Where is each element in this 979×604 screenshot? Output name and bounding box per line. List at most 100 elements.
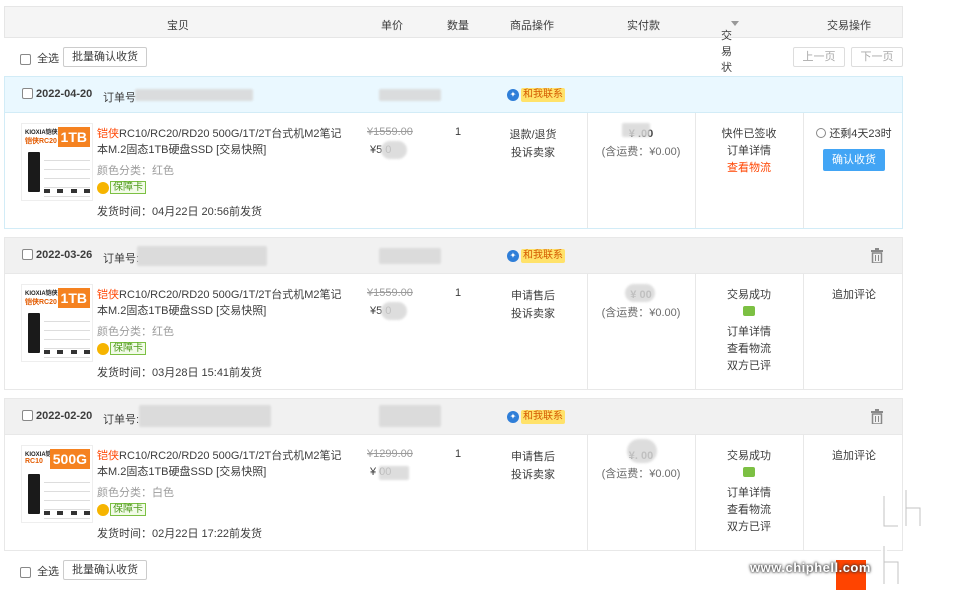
- contact-label: 和我联系: [521, 410, 565, 424]
- trash-icon[interactable]: [870, 409, 884, 424]
- order-action: 还剩4天23时 确认收货: [804, 125, 904, 171]
- confirm-receipt-button[interactable]: 确认收货: [823, 149, 885, 171]
- ssd-image: [28, 152, 40, 192]
- redacted-price: [381, 302, 407, 320]
- status-text: 快件已签收: [721, 128, 777, 140]
- guarantee-icon: [97, 181, 109, 194]
- status-text: 交易成功: [727, 450, 771, 462]
- next-page-button[interactable]: 下一页: [851, 47, 903, 67]
- quantity: 1: [455, 126, 462, 138]
- redacted-order-number: [135, 89, 253, 101]
- select-all-top[interactable]: 全选: [20, 50, 59, 66]
- batch-confirm-button[interactable]: 批量确认收货: [63, 47, 147, 67]
- col-paid: 实付款: [627, 20, 660, 32]
- product-title[interactable]: 铠侠RC10/RC20/RD20 500G/1T/2T台式机M2笔记本M.2固态…: [97, 126, 349, 158]
- ship-time: 发货时间：03月28日 15:41前发货: [97, 367, 263, 379]
- product-thumbnail[interactable]: KIOXIA铠侠 铠侠RC20 1TB: [21, 123, 93, 201]
- product-title[interactable]: 铠侠RC10/RC20/RD20 500G/1T/2T台式机M2笔记本M.2固态…: [97, 287, 349, 319]
- order-detail-link[interactable]: 订单详情: [696, 143, 802, 160]
- order-card: 2022-03-26 订单号: ✦ 和我联系 KIOXIA铠侠 铠侠RC20 1…: [4, 237, 903, 390]
- add-review-link[interactable]: 追加评论: [804, 286, 904, 302]
- view-logistics-link[interactable]: 查看物流: [696, 502, 802, 519]
- order-header: 2022-04-20 订单号 ✦ 和我联系: [5, 77, 902, 113]
- order-date: 2022-03-26: [36, 249, 93, 261]
- trash-icon[interactable]: [870, 248, 884, 263]
- complain-link[interactable]: 投诉卖家: [501, 144, 565, 162]
- title-brand: 铠侠: [97, 450, 119, 462]
- order-number-label: 订单号:: [103, 253, 140, 265]
- view-logistics-link[interactable]: 查看物流: [696, 160, 802, 177]
- review-status[interactable]: 双方已评: [696, 358, 802, 375]
- select-all-checkbox[interactable]: [20, 53, 31, 65]
- contact-seller[interactable]: ✦ 和我联系: [507, 249, 565, 263]
- batch-confirm-button[interactable]: 批量确认收货: [63, 560, 147, 580]
- guarantee-label: 保障卡: [110, 503, 146, 516]
- order-status: 交易成功 订单详情 查看物流 双方已评: [696, 287, 802, 375]
- redacted-shop-name[interactable]: [379, 89, 441, 101]
- original-price: ¥1559.00: [367, 126, 413, 138]
- order-checkbox[interactable]: [22, 409, 33, 421]
- col-status-filter[interactable]: 交易状态: [721, 17, 739, 90]
- redacted-paid: [627, 439, 657, 463]
- guarantee-badge[interactable]: 保障卡: [97, 342, 146, 355]
- clock-icon: [816, 128, 827, 139]
- order-detail-link[interactable]: 订单详情: [696, 324, 802, 341]
- title-brand: 铠侠: [97, 128, 119, 140]
- contact-label: 和我联系: [521, 249, 565, 263]
- select-all-checkbox[interactable]: [20, 566, 31, 578]
- col-ops: 商品操作: [510, 20, 554, 32]
- view-logistics-link[interactable]: 查看物流: [696, 341, 802, 358]
- contact-seller[interactable]: ✦ 和我联系: [507, 88, 565, 102]
- thumb-brand: KIOXIA铠侠: [25, 291, 58, 297]
- thumb-capacity: 500G: [49, 449, 90, 469]
- thumb-icons: [44, 511, 90, 516]
- review-status[interactable]: 双方已评: [696, 519, 802, 536]
- complain-link[interactable]: 投诉卖家: [501, 305, 565, 323]
- chat-icon: ✦: [507, 89, 519, 101]
- add-review-link[interactable]: 追加评论: [804, 447, 904, 463]
- order-body: KIOXIA铠侠 铠侠RC20 1TB 铠侠RC10/RC20/RD20 500…: [5, 274, 902, 389]
- after-sale-link[interactable]: 申请售后: [501, 448, 565, 466]
- prev-page-button[interactable]: 上一页: [793, 47, 845, 67]
- redacted-shop-name[interactable]: [379, 248, 441, 264]
- guarantee-badge[interactable]: 保障卡: [97, 503, 146, 516]
- product-thumbnail[interactable]: KIOXIA铠侠 铠侠RC20 1TB: [21, 284, 93, 362]
- after-sale-link[interactable]: 申请售后: [501, 287, 565, 305]
- shipping-fee: (含运费：¥0.00): [601, 468, 681, 480]
- guarantee-badge[interactable]: 保障卡: [97, 181, 146, 194]
- order-number-label: 订单号:: [103, 414, 140, 426]
- product-title[interactable]: 铠侠RC10/RC20/RD20 500G/1T/2T台式机M2笔记本M.2固态…: [97, 448, 349, 480]
- order-checkbox[interactable]: [22, 248, 33, 260]
- refund-link[interactable]: 退款/退货: [501, 126, 565, 144]
- contact-seller[interactable]: ✦ 和我联系: [507, 410, 565, 424]
- order-body: KIOXIA铠侠 RC10 500G 铠侠RC10/RC20/RD20 500G…: [5, 435, 902, 550]
- chat-bubble-icon[interactable]: [743, 306, 755, 316]
- redacted-shop-name[interactable]: [379, 405, 441, 427]
- original-price: ¥1559.00: [367, 287, 413, 299]
- complain-link[interactable]: 投诉卖家: [501, 466, 565, 484]
- order-status: 快件已签收 订单详情 查看物流: [696, 126, 802, 177]
- product-thumbnail[interactable]: KIOXIA铠侠 RC10 500G: [21, 445, 93, 523]
- thumb-capacity: 1TB: [57, 127, 90, 147]
- order-action: 追加评论: [804, 286, 904, 302]
- title-text: RC10/RC20/RD20 500G/1T/2T台式机M2笔记本M.2固态1T…: [97, 450, 342, 478]
- thumb-icons: [44, 189, 90, 194]
- ssd-image: [28, 474, 40, 514]
- order-detail-link[interactable]: 订单详情: [696, 485, 802, 502]
- order-body: KIOXIA铠侠 铠侠RC20 1TB 铠侠RC10/RC20/RD20 500…: [5, 113, 902, 228]
- quantity: 1: [455, 287, 462, 299]
- thumb-icons: [44, 350, 90, 355]
- col-action: 交易操作: [827, 20, 871, 32]
- redacted-price: [381, 141, 407, 159]
- select-all-label: 全选: [37, 566, 60, 578]
- order-checkbox[interactable]: [22, 87, 33, 99]
- shipping-fee: (含运费：¥0.00): [601, 146, 681, 158]
- chiphell-logo: [881, 487, 961, 589]
- guarantee-label: 保障卡: [110, 342, 146, 355]
- order-date: 2022-04-20: [36, 88, 93, 100]
- order-card: 2022-02-20 订单号: ✦ 和我联系 KIOXIA铠侠 RC10 500…: [4, 398, 903, 551]
- order-header: 2022-02-20 订单号: ✦ 和我联系: [5, 399, 902, 435]
- select-all-bottom[interactable]: 全选: [20, 563, 59, 579]
- table-header: 宝贝 单价 数量 商品操作 实付款 交易状态 交易操作: [4, 6, 903, 90]
- chat-bubble-icon[interactable]: [743, 467, 755, 477]
